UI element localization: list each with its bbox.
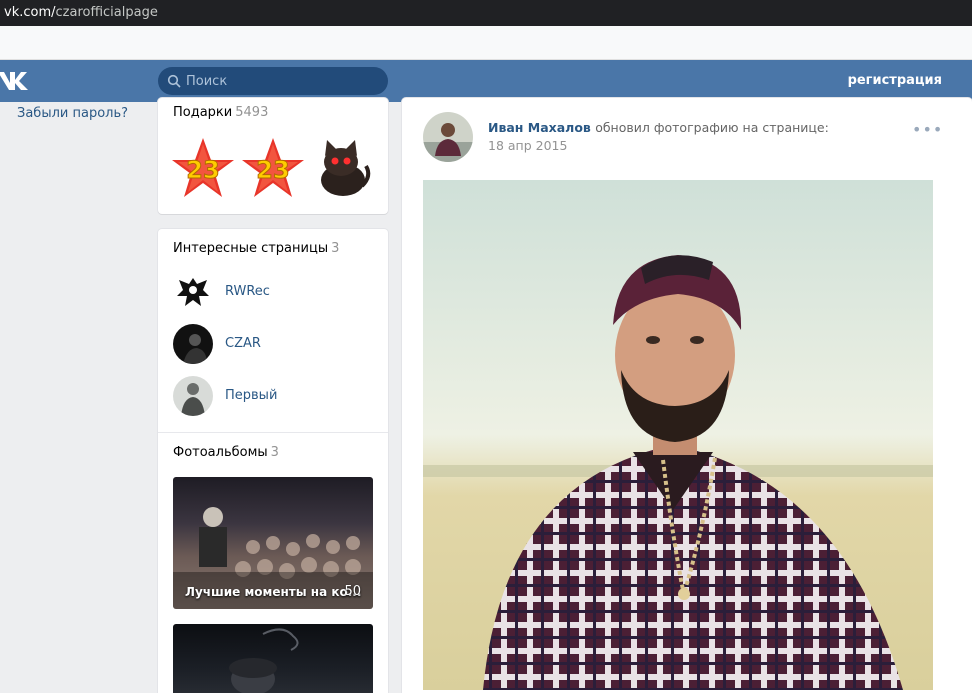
wall-post: Иван Махалов обновил фотографию на стран… — [402, 98, 972, 693]
album-count: 50 — [344, 584, 361, 599]
svg-text:23: 23 — [256, 156, 289, 184]
gifts-count: 5493 — [235, 105, 269, 120]
interesting-pages-label: Интересные страницы — [173, 241, 329, 256]
url-path: czarofficialpage — [55, 5, 158, 20]
interesting-pages-count: 3 — [331, 241, 340, 256]
post-date[interactable]: 18 апр 2015 — [488, 138, 567, 153]
site-header: регистрация — [0, 60, 972, 102]
albums-title[interactable]: Фотоальбомы 3 — [173, 445, 279, 460]
svg-text:23: 23 — [186, 156, 219, 184]
post-action-text: обновил фотографию на странице: — [595, 120, 829, 135]
album-thumbnail[interactable] — [173, 624, 373, 693]
register-link[interactable]: регистрация — [848, 73, 942, 88]
rwrec-avatar — [173, 272, 213, 312]
page-item-czar[interactable]: CZAR — [173, 324, 373, 366]
post-photo[interactable] — [423, 180, 933, 690]
czar-avatar — [173, 324, 213, 364]
page-item-pervyi[interactable]: Первый — [173, 376, 373, 418]
search-input[interactable] — [186, 71, 381, 91]
post-header: Иван Махалов обновил фотографию на стран… — [488, 120, 829, 135]
gifts-title[interactable]: Подарки 5493 — [173, 105, 268, 120]
vk-logo-icon[interactable] — [0, 68, 30, 94]
gifts-title-label: Подарки — [173, 105, 233, 120]
albums-label: Фотоальбомы — [173, 445, 268, 460]
search-icon — [167, 74, 181, 88]
star-23-icon[interactable]: 23 — [240, 136, 306, 200]
interesting-pages-title[interactable]: Интересные страницы 3 — [173, 241, 339, 256]
interesting-pages-card: Интересные страницы3 RWRec CZAR Первый — [158, 229, 388, 693]
albums-count: 3 — [270, 445, 279, 460]
gifts-card: Подарки 5493 23 23 — [158, 98, 388, 214]
album-thumbnail[interactable]: Лучшие моменты на ко... 50 — [173, 477, 373, 609]
page-item-rwrec[interactable]: RWRec — [173, 272, 373, 314]
forgot-password-link[interactable]: Забыли пароль? — [17, 106, 128, 121]
browser-toolbar — [0, 26, 972, 60]
album-title: Лучшие моменты на ко... — [185, 585, 362, 599]
page-name: Первый — [225, 388, 278, 403]
section-divider — [158, 432, 388, 433]
author-name-link[interactable]: Иван Махалов — [488, 120, 591, 135]
page-name: CZAR — [225, 336, 261, 351]
star-23-icon[interactable]: 23 — [170, 136, 236, 200]
page-name: RWRec — [225, 284, 270, 299]
pervyi-avatar — [173, 376, 213, 416]
black-cat-icon[interactable] — [310, 136, 376, 200]
more-options-icon[interactable]: ••• — [912, 120, 943, 139]
url-domain: vk.com/ — [4, 5, 56, 20]
search-box[interactable] — [158, 67, 388, 95]
address-bar[interactable]: vk.com/czarofficialpage — [0, 0, 972, 26]
author-avatar[interactable] — [423, 112, 473, 162]
